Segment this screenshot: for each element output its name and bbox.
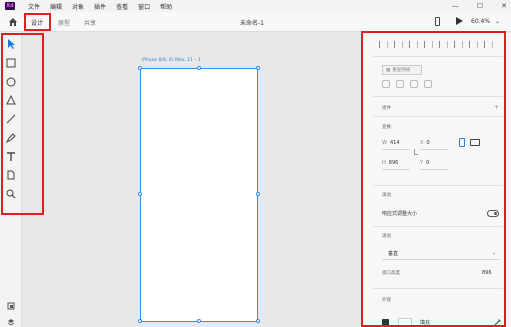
menu-file[interactable]: 文件 xyxy=(28,2,40,11)
tab-bar: 设计 原型 共享 未命名-1 60.4% ⌄ xyxy=(0,12,511,32)
window-controls: — ☐ ✕ xyxy=(452,0,507,12)
xd-app-window: Xd 文件 编辑 对象 插件 查看 窗口 帮助 — ☐ ✕ 设计 原型 共享 未… xyxy=(0,0,511,327)
resize-handle[interactable] xyxy=(256,192,260,196)
zoom-level[interactable]: 60.4% xyxy=(471,18,490,25)
highlight-box-inspector xyxy=(361,31,506,327)
close-button[interactable]: ✕ xyxy=(501,2,507,10)
document-title[interactable]: 未命名-1 xyxy=(240,18,264,27)
resize-handle[interactable] xyxy=(138,66,142,70)
resize-handle[interactable] xyxy=(197,319,201,323)
assets-icon[interactable] xyxy=(7,302,15,310)
artboard-label[interactable]: iPhone 8/8, iO Max, 11 – 1 xyxy=(142,58,201,63)
tab-share[interactable]: 共享 xyxy=(84,18,96,27)
menu-view[interactable]: 查看 xyxy=(116,2,128,11)
home-icon[interactable] xyxy=(8,17,18,27)
tab-prototype[interactable]: 原型 xyxy=(58,18,70,27)
menu-plugins[interactable]: 插件 xyxy=(94,2,106,11)
highlight-box-design-tab xyxy=(24,13,51,31)
app-logo: Xd xyxy=(5,2,15,10)
menu-edit[interactable]: 编辑 xyxy=(50,2,62,11)
resize-handle[interactable] xyxy=(138,319,142,323)
resize-handle[interactable] xyxy=(256,66,260,70)
menu-window[interactable]: 窗口 xyxy=(138,2,150,11)
resize-handle[interactable] xyxy=(138,192,142,196)
resize-handle[interactable] xyxy=(197,66,201,70)
chevron-down-icon[interactable]: ⌄ xyxy=(495,18,500,25)
phone-icon[interactable] xyxy=(435,17,440,26)
highlight-box-toolbar xyxy=(1,33,44,215)
artboard[interactable] xyxy=(140,68,258,322)
resize-handle[interactable] xyxy=(256,319,260,323)
menubar: Xd 文件 编辑 对象 插件 查看 窗口 帮助 — ☐ ✕ xyxy=(0,0,511,12)
play-icon[interactable] xyxy=(456,17,463,25)
menu-help[interactable]: 帮助 xyxy=(160,2,172,11)
layers-icon[interactable] xyxy=(7,318,15,326)
maximize-button[interactable]: ☐ xyxy=(477,2,483,10)
minimize-button[interactable]: — xyxy=(452,2,459,10)
menu-object[interactable]: 对象 xyxy=(72,2,84,11)
